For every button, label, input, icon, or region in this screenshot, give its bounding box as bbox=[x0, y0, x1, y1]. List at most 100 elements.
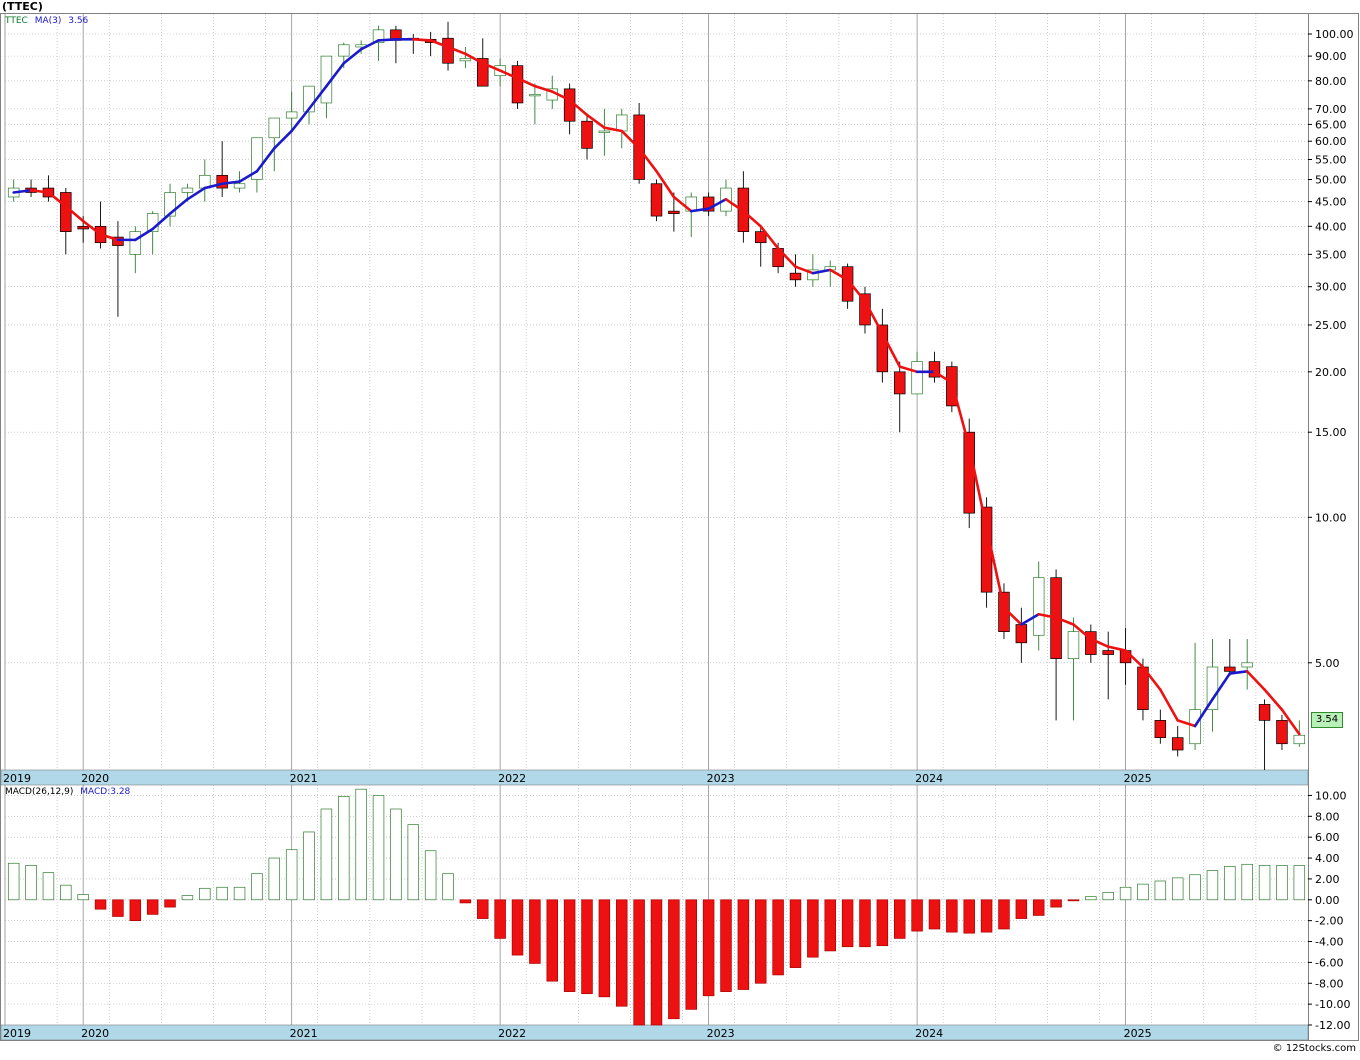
macd-bar-negative bbox=[702, 899, 715, 997]
macd-bar-negative bbox=[824, 899, 836, 952]
macd-bar-positive bbox=[1171, 877, 1184, 901]
ma-line bbox=[12, 38, 1301, 736]
candle-body-up bbox=[1067, 631, 1080, 659]
candle-body-down bbox=[1224, 666, 1236, 672]
macd-bar-positive bbox=[1258, 864, 1271, 901]
legend-ma-label: MA(3) bbox=[34, 16, 62, 26]
macd-x-tick-label: 2025 bbox=[1124, 1027, 1152, 1040]
macd-x-tick-label: 2021 bbox=[290, 1027, 318, 1040]
macd-bar-negative bbox=[893, 899, 906, 939]
macd-y-tick-label: -4.00 bbox=[1315, 936, 1343, 949]
candle-body-down bbox=[60, 192, 72, 232]
macd-bar-negative bbox=[129, 899, 142, 922]
candle-body-up bbox=[233, 183, 246, 189]
ma-segment bbox=[411, 38, 432, 42]
candle-body-down bbox=[1102, 650, 1114, 655]
macd-y-tick-label: -12.00 bbox=[1315, 1019, 1350, 1032]
ma-segment bbox=[950, 381, 971, 448]
macd-bar-negative bbox=[598, 899, 611, 998]
macd-bar-positive bbox=[1224, 866, 1236, 901]
macd-bar-negative bbox=[1032, 899, 1045, 916]
grid-lines bbox=[4, 14, 1308, 1026]
macd-bar-negative bbox=[685, 899, 697, 1010]
macd-bar-positive bbox=[407, 824, 420, 901]
price-legend: TTEC MA(3) 3.56 bbox=[5, 16, 88, 26]
macd-bar-positive bbox=[355, 788, 367, 901]
macd-bar-negative bbox=[980, 899, 993, 933]
macd-bar-positive bbox=[1137, 883, 1149, 901]
macd-bar-positive bbox=[60, 884, 72, 901]
price-y-tick-label: 35.00 bbox=[1315, 248, 1347, 261]
macd-bar-negative bbox=[511, 899, 524, 956]
macd-bar-negative bbox=[737, 899, 750, 990]
macd-bar-negative bbox=[633, 899, 645, 1026]
price-y-tick-label: 40.00 bbox=[1315, 220, 1347, 233]
candle-body-down bbox=[1015, 624, 1028, 644]
price-y-tick-label: 30.00 bbox=[1315, 281, 1347, 294]
macd-bar-negative bbox=[807, 899, 819, 958]
macd-y-tick-label: -10.00 bbox=[1315, 998, 1350, 1011]
candle-body-up bbox=[616, 114, 628, 132]
macd-bar-negative bbox=[841, 899, 854, 948]
macd-bar-negative bbox=[616, 899, 628, 1007]
macd-bar-positive bbox=[1241, 863, 1253, 901]
price-x-tick-label: 2025 bbox=[1124, 772, 1152, 785]
macd-y-tick-label: 4.00 bbox=[1315, 852, 1340, 865]
macd-legend-value: MACD:3.28 bbox=[80, 787, 131, 797]
macd-bar-negative bbox=[755, 899, 767, 984]
macd-bar-negative bbox=[581, 899, 593, 995]
macd-bar-positive bbox=[216, 886, 228, 901]
price-y-tick-label: 45.00 bbox=[1315, 196, 1347, 209]
macd-bar-negative bbox=[859, 899, 871, 948]
macd-y-tick-label: 8.00 bbox=[1315, 810, 1340, 823]
macd-bar-negative bbox=[112, 899, 124, 917]
macd-x-tick-label: 2024 bbox=[915, 1027, 943, 1040]
ma-segment bbox=[1106, 645, 1127, 652]
price-x-tick-label: 2021 bbox=[290, 772, 318, 785]
macd-y-tick-label: 2.00 bbox=[1315, 873, 1340, 886]
macd-y-tick-label: -6.00 bbox=[1315, 956, 1343, 969]
macd-bar-negative bbox=[928, 899, 941, 930]
price-x-tick-label: 2019 bbox=[3, 772, 31, 785]
chart-root: 100.00 90.00 80.00 70.00 65.00 60.00 55.00 50.0… bbox=[0, 0, 1360, 1056]
macd-bar-negative bbox=[946, 899, 958, 933]
macd-bar-positive bbox=[42, 872, 55, 901]
macd-bar-negative bbox=[529, 899, 541, 964]
macd-x-tick-label: 2023 bbox=[707, 1027, 735, 1040]
macd-bar-positive bbox=[1206, 870, 1219, 901]
macd-bar-negative bbox=[772, 899, 784, 976]
candle-body-down bbox=[581, 120, 593, 149]
macd-bar-negative bbox=[146, 899, 159, 915]
macd-bar-positive bbox=[77, 894, 89, 901]
price-y-tick-label: 90.00 bbox=[1315, 50, 1347, 63]
macd-bars bbox=[7, 788, 1306, 1026]
macd-bar-positive bbox=[1276, 864, 1288, 901]
macd-y-tick-label: -2.00 bbox=[1315, 915, 1343, 928]
macd-bar-positive bbox=[424, 850, 437, 901]
macd-bar-negative bbox=[1067, 899, 1080, 902]
price-y-tick-label: 20.00 bbox=[1315, 366, 1347, 379]
candle-body-up bbox=[529, 94, 541, 97]
macd-y-tick-label: 0.00 bbox=[1315, 894, 1340, 907]
macd-bar-positive bbox=[1102, 892, 1114, 901]
candle-body-up bbox=[1293, 734, 1306, 745]
macd-bar-positive bbox=[320, 808, 333, 901]
last-price-badge: 3.54 bbox=[1311, 712, 1343, 728]
candle-body-up bbox=[181, 187, 194, 193]
macd-bar-positive bbox=[25, 864, 37, 901]
price-y-tick-label: 5.00 bbox=[1315, 657, 1340, 670]
price-x-tick-label: 2024 bbox=[915, 772, 943, 785]
macd-bar-positive bbox=[251, 873, 263, 901]
price-y-tick-label: 100.00 bbox=[1315, 28, 1354, 41]
macd-y-tick-label: 10.00 bbox=[1315, 789, 1347, 802]
macd-legend: MACD(26,12,9) MACD:3.28 bbox=[5, 787, 130, 797]
macd-bar-positive bbox=[199, 887, 211, 901]
chart-title: (TTEC) bbox=[2, 0, 43, 13]
candle-body-down bbox=[668, 210, 680, 214]
price-x-tick-label: 2020 bbox=[81, 772, 109, 785]
price-y-tick-label: 60.00 bbox=[1315, 135, 1347, 148]
macd-legend-label: MACD(26,12,9) bbox=[5, 787, 74, 797]
macd-bar-positive bbox=[442, 873, 454, 901]
candle-body-down bbox=[511, 65, 524, 104]
price-y-tick-label: 50.00 bbox=[1315, 173, 1347, 186]
